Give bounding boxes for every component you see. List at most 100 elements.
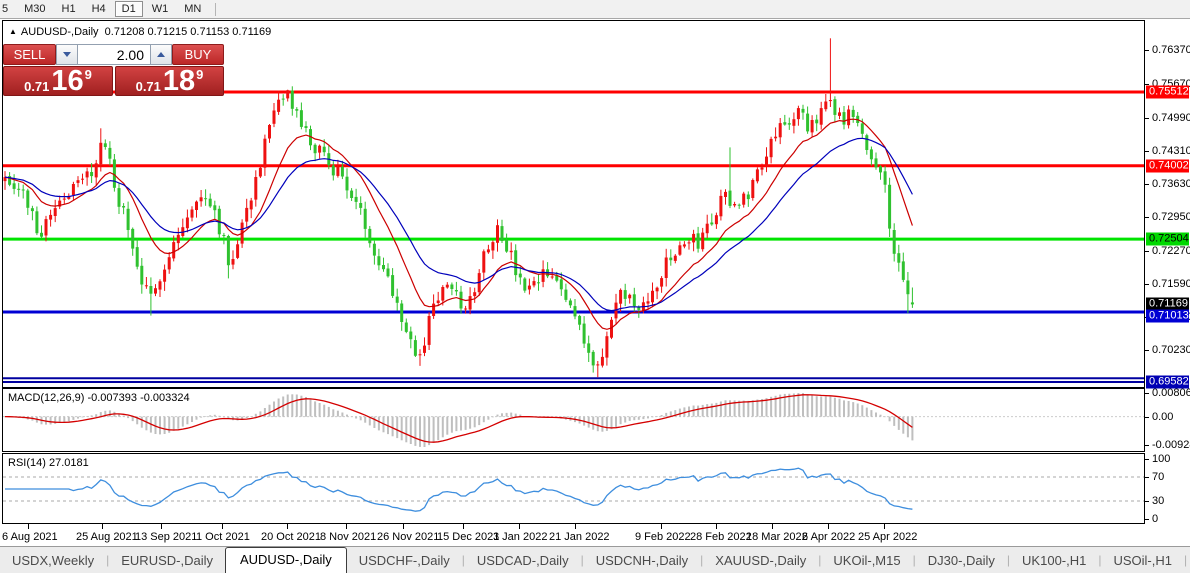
trading-platform-window: 5 M30 H1 H4 D1 W1 MN ▲ AUDUSD-,Daily 0.71208 0.…	[0, 0, 1190, 573]
symbol-tab-xauusd-daily[interactable]: XAUUSD-,Daily	[703, 550, 818, 573]
timeframe-button-d1[interactable]: D1	[114, 1, 143, 17]
macd-indicator-pane[interactable]: MACD(12,26,9) -0.007393 -0.003324	[2, 388, 1145, 452]
date-axis-tick	[403, 524, 404, 529]
price-level-badge: 0.71013	[1146, 309, 1189, 323]
symbol-tab-eurusd-daily[interactable]: EURUSD-,Daily	[109, 550, 225, 573]
date-axis-label: 18 Mar 2022	[746, 531, 808, 543]
date-axis-label: 1 Oct 2021	[196, 531, 250, 543]
date-axis-tick	[222, 524, 223, 529]
symbol-tab-ukoil-m15[interactable]: UKOil-,M15	[821, 550, 912, 573]
volume-input[interactable]	[78, 44, 150, 65]
date-axis-tick	[575, 524, 576, 529]
macd-axis-label: 0.008061	[1152, 387, 1190, 399]
date-axis-label: 13 Sep 2021	[135, 531, 198, 543]
date-axis-label: 3 Jan 2022	[493, 531, 548, 543]
date-axis-label: 20 Oct 2021	[261, 531, 321, 543]
rsi-canvas[interactable]	[3, 454, 1144, 521]
chart-ohlc-values: 0.71208 0.71215 0.71153 0.71169	[104, 26, 272, 38]
symbol-tab-audusd-daily[interactable]: AUDUSD-,Daily	[224, 547, 347, 573]
price-axis-tick	[1145, 184, 1149, 185]
price-axis-tick	[1145, 217, 1149, 218]
triangle-up-icon	[157, 52, 165, 57]
rsi-axis-label: 70	[1152, 471, 1165, 483]
price-axis-label: 0.73630	[1152, 178, 1190, 190]
date-axis[interactable]: 6 Aug 2021 25 Aug 2021 13 Sep 2021 1 Oct 20…	[0, 524, 1190, 546]
rsi-axis-label: 100	[1152, 453, 1171, 465]
timeframe-toolbar: 5 M30 H1 H4 D1 W1 MN	[0, 0, 1190, 19]
date-axis-tick	[102, 524, 103, 529]
price-axis-tick	[1145, 284, 1149, 285]
price-axis-tick	[1145, 50, 1149, 51]
volume-decrease-button[interactable]	[56, 44, 78, 65]
sell-price-display[interactable]: 0.71 16 9	[3, 66, 113, 96]
price-axis-tick	[1145, 251, 1149, 252]
date-axis-tick	[519, 524, 520, 529]
date-axis-label: 15 Dec 2021	[437, 531, 500, 543]
buy-price-pip: 9	[196, 67, 204, 82]
macd-label: MACD(12,26,9) -0.007393 -0.003324	[8, 392, 190, 404]
price-level-badge: 0.75512	[1146, 85, 1189, 99]
symbol-tab-usdcnh-daily[interactable]: USDCNH-,Daily	[584, 550, 700, 573]
buy-button[interactable]: BUY	[172, 44, 224, 65]
buy-price-display[interactable]: 0.71 18 9	[115, 66, 224, 96]
one-click-trading-panel: SELL BUY 0.71 16 9 0.71 18 9	[3, 44, 224, 96]
macd-axis-label: -0.009288	[1152, 439, 1190, 451]
buy-price-main: 18	[162, 65, 196, 97]
date-axis-tick	[346, 524, 347, 529]
date-axis-tick	[661, 524, 662, 529]
date-axis-label: 8 Nov 2021	[320, 531, 377, 543]
date-axis-tick	[161, 524, 162, 529]
symbol-tab-dj30-daily[interactable]: DJ30-,Daily	[916, 550, 1007, 573]
symbol-tab-bar: USDX,Weekly | EURUSD-,Daily AUDUSD-,Daily US…	[0, 546, 1190, 573]
symbol-tab-usdx-weekly[interactable]: USDX,Weekly	[0, 550, 106, 573]
timeframe-button-h4[interactable]: H4	[85, 1, 113, 17]
triangle-down-icon	[63, 52, 71, 57]
price-axis-label: 0.70230	[1152, 344, 1190, 356]
timeframe-button-5[interactable]: 5	[0, 1, 15, 17]
chart-title: ▲ AUDUSD-,Daily 0.71208 0.71215 0.71153 0…	[9, 26, 271, 38]
symbol-tab-uk100-h1[interactable]: UK100-,H1	[1010, 550, 1098, 573]
symbol-tab-usdcad-daily[interactable]: USDCAD-,Daily	[465, 550, 581, 573]
date-axis-label: 6 Apr 2022	[802, 531, 856, 543]
price-axis-label: 0.74990	[1152, 112, 1190, 124]
price-axis-label: 0.76370	[1152, 44, 1190, 56]
panel-collapse-arrow-icon[interactable]: ▲	[9, 27, 17, 36]
timeframe-button-mn[interactable]: MN	[177, 1, 208, 17]
price-axis-label: 0.72950	[1152, 211, 1190, 223]
date-axis-label: 28 Feb 2022	[690, 531, 752, 543]
rsi-label: RSI(14) 27.0181	[8, 457, 89, 469]
price-axis-label: 0.72270	[1152, 245, 1190, 257]
symbol-tab-usdchf-daily[interactable]: USDCHF-,Daily	[347, 550, 462, 573]
sell-price-main: 16	[51, 65, 84, 97]
date-axis-label: 26 Nov 2021	[377, 531, 440, 543]
price-axis[interactable]: 0.76370 0.75670 0.74990 0.74310 0.73630 0.729…	[1145, 20, 1190, 525]
macd-axis-tick	[1145, 445, 1149, 446]
macd-axis-tick	[1145, 417, 1149, 418]
rsi-axis-tick	[1145, 477, 1149, 478]
price-axis-label: 0.71590	[1152, 278, 1190, 290]
price-axis-tick	[1145, 151, 1149, 152]
volume-increase-button[interactable]	[150, 44, 172, 65]
toolbar-separator	[215, 2, 217, 16]
rsi-axis-tick	[1145, 519, 1149, 520]
date-axis-label: 25 Apr 2022	[858, 531, 918, 543]
rsi-axis-label: 30	[1152, 495, 1165, 507]
rsi-indicator-pane[interactable]: RSI(14) 27.0181	[2, 453, 1145, 524]
date-axis-label: 25 Aug 2021	[76, 531, 138, 543]
macd-axis-tick	[1145, 393, 1149, 394]
price-level-badge: 0.72504	[1146, 232, 1189, 246]
date-axis-tick	[287, 524, 288, 529]
sell-button[interactable]: SELL	[3, 44, 56, 65]
date-axis-label: 6 Aug 2021	[2, 531, 58, 543]
timeframe-button-w1[interactable]: W1	[145, 1, 176, 17]
rsi-axis-tick	[1145, 501, 1149, 502]
sell-price-pip: 9	[84, 67, 92, 82]
date-axis-tick	[772, 524, 773, 529]
timeframe-button-m30[interactable]: M30	[17, 1, 52, 17]
symbol-tab-usoil-h1[interactable]: USOil-,H1	[1101, 550, 1184, 573]
chart-symbol-label: AUDUSD-,Daily	[20, 26, 99, 38]
timeframe-button-h1[interactable]: H1	[55, 1, 83, 17]
date-axis-label: 21 Jan 2022	[549, 531, 610, 543]
date-axis-tick	[716, 524, 717, 529]
price-level-badge: 0.69582	[1146, 375, 1189, 389]
